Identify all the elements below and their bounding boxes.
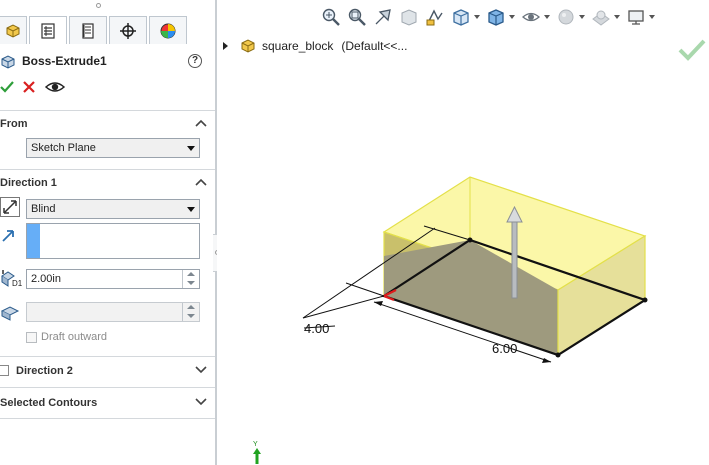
start-condition-select[interactable]: Sketch Plane (26, 138, 200, 158)
spin-down-icon (187, 314, 195, 318)
feature-manager-icon (6, 23, 20, 38)
depth-value: 2.00in (31, 273, 61, 285)
triad-y-arrow-icon (253, 448, 261, 464)
tab-dimxpertmanager[interactable] (109, 16, 147, 44)
cancel-x-icon[interactable] (22, 80, 36, 94)
chevron-up-icon[interactable] (195, 178, 207, 186)
tab-featuremanager[interactable] (0, 16, 27, 44)
reference-triad-y-axis: Y (253, 441, 261, 464)
chevron-up-icon[interactable] (195, 119, 207, 127)
draft-outward-label: Draft outward (41, 331, 108, 343)
depth-spinner[interactable] (182, 270, 199, 288)
dimension-extension-line (302, 295, 385, 319)
direction-of-extrusion-field[interactable] (26, 223, 200, 259)
dimension-leader (345, 282, 385, 297)
property-manager-panel: Boss-Extrude1 ? From Sketch Plane Direct… (0, 0, 215, 465)
section-title-direction1: Direction 1 (0, 177, 57, 189)
dimxpert-icon (120, 22, 136, 39)
tab-propertymanager[interactable] (29, 16, 67, 44)
draft-angle-spinner (182, 303, 199, 321)
svg-text:D1: D1 (12, 279, 22, 288)
spin-up-icon[interactable] (187, 272, 195, 276)
section-divider (0, 418, 215, 419)
chevron-down-icon (187, 146, 195, 151)
boss-extrude-icon (1, 55, 15, 69)
extrude-preview-model: 4.00 6.00 (302, 176, 648, 363)
spin-down-icon[interactable] (187, 281, 195, 285)
dimension-arrow (374, 301, 383, 306)
chevron-down-icon[interactable] (195, 398, 207, 406)
help-icon[interactable]: ? (188, 54, 202, 68)
end-condition-value: Blind (31, 203, 56, 215)
sketch-vertex (555, 352, 561, 358)
dimension-arrow (542, 358, 551, 363)
draft-angle-input (26, 302, 200, 322)
depth-d1-icon: D1 (1, 270, 22, 288)
panel-grip-handle[interactable] (96, 3, 101, 8)
tab-configurationmanager[interactable] (69, 16, 107, 44)
section-divider (0, 387, 215, 388)
tab-displaymanager[interactable] (149, 16, 187, 44)
section-title-direction2[interactable]: Direction 2 (16, 365, 73, 377)
spin-up-icon (187, 305, 195, 309)
manager-tabs (0, 16, 215, 44)
display-manager-icon (160, 23, 176, 38)
triad-y-label: Y (253, 441, 258, 448)
chevron-down-icon[interactable] (195, 366, 207, 374)
dimension-length-value[interactable]: 6.00 (492, 341, 517, 356)
section-divider (0, 356, 215, 357)
draft-outward-row: Draft outward (26, 331, 107, 343)
section-title-from: From (0, 118, 28, 130)
ok-checkmark-icon[interactable] (0, 80, 14, 94)
reverse-direction-icon[interactable] (0, 197, 20, 217)
property-manager-icon (41, 22, 55, 39)
detailed-preview-eye-icon[interactable] (45, 80, 65, 94)
start-condition-value: Sketch Plane (31, 142, 96, 154)
draft-outward-checkbox (26, 331, 37, 343)
sketch-vertex (642, 297, 648, 303)
section-title-selected-contours[interactable]: Selected Contours (0, 397, 97, 409)
extrude-drag-handle-shaft[interactable] (511, 219, 518, 299)
feature-title: Boss-Extrude1 (22, 54, 107, 68)
graphics-area[interactable]: square_block (Default<<... 4.00 6.00 Y (217, 0, 709, 465)
section-divider (0, 169, 215, 170)
feature-title-row: Boss-Extrude1 ? (0, 52, 215, 70)
direction2-checkbox[interactable] (0, 365, 9, 376)
configuration-manager-icon (82, 22, 94, 39)
dimension-width-value[interactable]: 4.00 (304, 321, 329, 336)
depth-input[interactable]: 2.00in (26, 269, 200, 289)
chevron-down-icon (187, 207, 195, 212)
direction-vector-icon (2, 230, 14, 242)
end-condition-select[interactable]: Blind (26, 199, 200, 219)
draft-on-off-icon[interactable] (0, 301, 20, 321)
selection-highlight (27, 224, 40, 258)
section-divider (0, 110, 215, 111)
